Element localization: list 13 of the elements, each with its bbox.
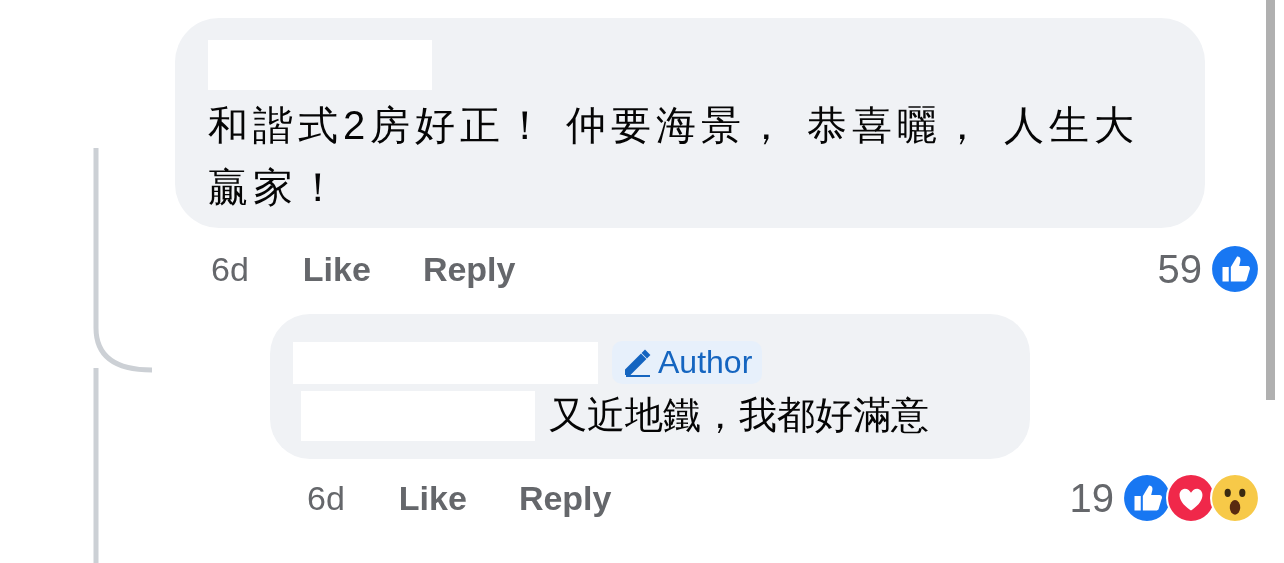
author-badge: Author — [612, 341, 763, 384]
reaction-count: 19 — [1069, 475, 1114, 521]
comment-time: 6d — [211, 249, 249, 289]
comment-time: 6d — [307, 478, 345, 518]
like-link[interactable]: Like — [398, 478, 467, 518]
comment-text: 又近地鐵，我都好滿意 — [549, 393, 929, 438]
reply-link[interactable]: Reply — [422, 249, 516, 289]
comment-text: 和諧式2房好正！ 仲要海景， 恭喜曬， 人生大贏家！ — [208, 102, 1140, 211]
scrollbar-thumb[interactable] — [1266, 0, 1275, 400]
like-link[interactable]: Like — [302, 249, 371, 289]
reply-link[interactable]: Reply — [518, 478, 612, 518]
reaction-count: 59 — [1157, 246, 1202, 292]
pencil-icon — [622, 347, 652, 378]
